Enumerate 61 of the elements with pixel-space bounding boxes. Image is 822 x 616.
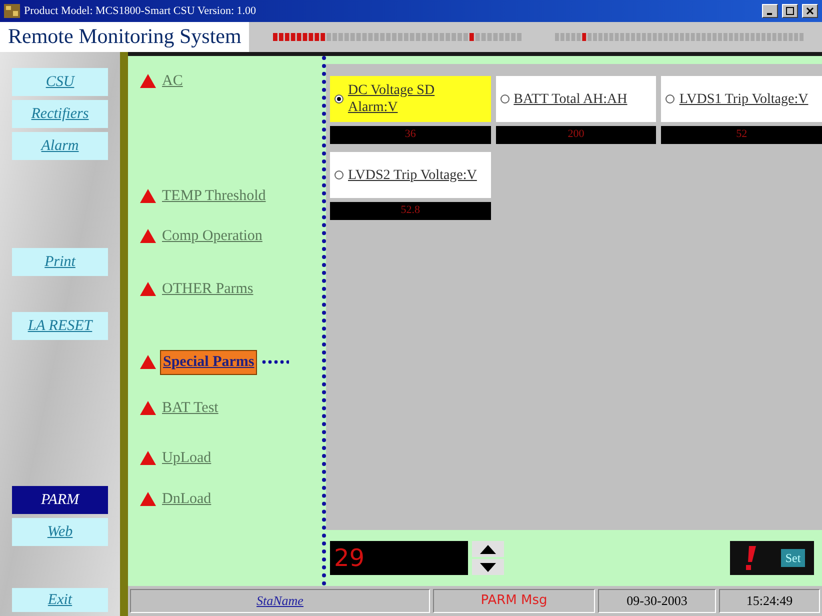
close-icon [806,7,814,15]
value-display: 52 [661,126,822,144]
status-field: 09-30-2003 [598,589,716,613]
parameter-option[interactable]: DC Voltage SD Alarm:V [330,76,491,122]
parameter-label: DC Voltage SD Alarm:V [348,82,436,116]
parameter-option[interactable]: BATT Total AH:AH [496,76,656,122]
up-arrow-icon [480,544,496,554]
sidebar-button[interactable]: Rectifiers [12,100,108,128]
radio-icon[interactable] [665,94,676,104]
app-title: Remote Monitoring System [0,22,250,52]
parameter-label: LVDS2 Trip Voltage:V [348,166,477,184]
radio-icon[interactable] [500,94,510,104]
exclamation-icon [746,546,756,570]
app-icon [4,4,20,18]
menu-link[interactable]: AC [160,70,185,92]
triangle-icon [140,400,156,415]
parameter-option[interactable]: LVDS2 Trip Voltage:V [330,152,491,198]
triangle-icon [140,74,156,88]
status-field: StaName [130,589,430,613]
menu-link[interactable]: DnLoad [160,488,214,510]
value-field[interactable]: 29 [330,541,468,575]
value-display: 200 [496,126,656,144]
parameter-option[interactable]: LVDS1 Trip Voltage:V [661,76,822,122]
radio-icon[interactable] [334,94,344,104]
sidebar-button[interactable]: LA RESET [12,312,108,340]
status-field: 15:24:49 [719,589,820,613]
value-display: 36 [330,126,491,144]
maximize-button[interactable] [782,4,798,18]
menu-link[interactable]: Comp Operation [160,225,264,248]
parameter-label: BATT Total AH:AH [514,90,628,108]
exit-button[interactable]: Exit [12,588,108,612]
radio-icon[interactable] [334,170,344,180]
menu-link[interactable]: BAT Test [160,396,220,419]
menu-link[interactable]: UpLoad [160,447,214,470]
menu-link[interactable]: Special Parms [160,350,258,374]
minimize-button[interactable] [762,4,778,18]
triangle-icon [140,355,156,370]
triangle-icon [140,282,156,296]
alert-button[interactable] [730,541,772,575]
window-title: Product Model: MCS1800-Smart CSU Version: 1.00 [24,4,258,19]
triangle-icon [140,229,156,244]
sidebar-button[interactable]: PARM [12,486,108,514]
increment-button[interactable] [472,541,504,557]
menu-link[interactable]: TEMP Threshold [160,184,268,207]
decrement-button[interactable] [472,559,504,575]
down-arrow-icon [480,562,496,572]
maximize-icon [786,7,794,15]
status-field: PARM Msg [433,589,595,613]
dotted-connector [261,360,290,364]
sidebar-button[interactable]: Print [12,248,108,276]
triangle-icon [140,188,156,203]
menu-link[interactable]: OTHER Parms [160,278,256,300]
sidebar-button[interactable]: Alarm [12,132,108,160]
sidebar-button[interactable]: CSU [12,68,108,96]
value-display: 52.8 [330,202,491,220]
parameter-label: LVDS1 Trip Voltage:V [679,90,808,108]
close-button[interactable] [802,4,818,18]
triangle-icon [140,451,156,466]
set-button[interactable]: Set [772,541,814,575]
triangle-icon [140,492,156,506]
sidebar-button[interactable]: Web [12,518,108,546]
